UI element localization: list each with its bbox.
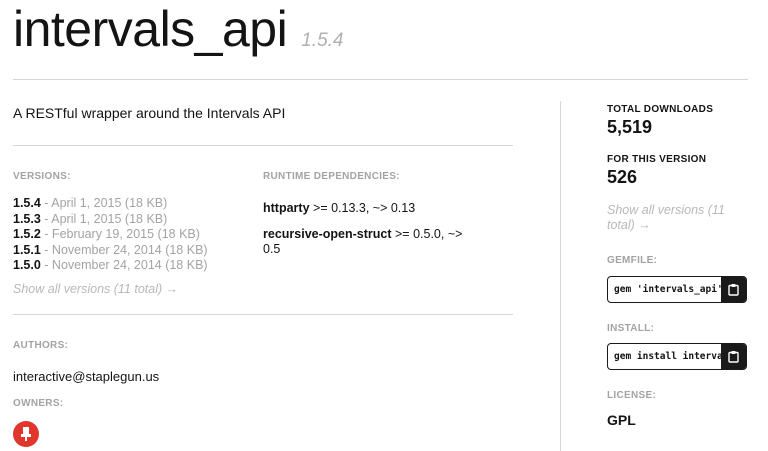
gemfile-section: GEMFILE: (607, 255, 657, 266)
versions-divider (13, 314, 513, 315)
install-copy-button[interactable] (721, 344, 746, 369)
version-link[interactable]: 1.5.2 (13, 227, 41, 241)
gem-version: 1.5.4 (301, 30, 344, 51)
license-label: LICENSE: (607, 390, 657, 401)
install-box: gem install intervals_api (607, 343, 747, 370)
version-item: 1.5.0 - November 24, 2014 (18 KB) (13, 258, 243, 274)
owner-avatar-icon (21, 427, 31, 441)
dependency-item: recursive-open-struct >= 0.5.0, ~> 0.5 (263, 227, 473, 257)
dependencies-section: RUNTIME DEPENDENCIES: httparty >= 0.13.3… (263, 171, 473, 257)
version-item: 1.5.4 - April 1, 2015 (18 KB) (13, 196, 243, 212)
gem-name: intervals_api (13, 1, 288, 57)
version-downloads-value: 526 (607, 167, 638, 187)
install-label: INSTALL: (607, 323, 655, 334)
version-downloads-label: FOR THIS VERSION (607, 154, 707, 165)
owners-section: OWNERS: (13, 398, 63, 409)
sidebar-divider (560, 101, 561, 451)
version-detail: - April 1, 2015 (18 KB) (44, 211, 168, 226)
version-item: 1.5.2 - February 19, 2015 (18 KB) (13, 227, 243, 243)
owner-avatar[interactable] (13, 421, 39, 447)
total-downloads-label: TOTAL DOWNLOADS (607, 104, 714, 115)
authors-label: AUTHORS: (13, 340, 69, 351)
description-divider (13, 145, 513, 146)
versions-list: 1.5.4 - April 1, 2015 (18 KB) 1.5.3 - Ap… (13, 196, 243, 274)
version-item: 1.5.1 - November 24, 2014 (18 KB) (13, 243, 243, 259)
version-item: 1.5.3 - April 1, 2015 (18 KB) (13, 212, 243, 228)
gemfile-copy-button[interactable] (721, 277, 746, 302)
versions-section: VERSIONS: 1.5.4 - April 1, 2015 (18 KB) … (13, 171, 243, 296)
version-detail: - February 19, 2015 (18 KB) (44, 227, 200, 241)
dependency-requirement: >= 0.13.3, ~> 0.13 (313, 201, 416, 215)
gemfile-input[interactable]: gem 'intervals_api', '~> 1.5', '>= 1.5.4… (608, 277, 721, 302)
sidebar-show-all-versions-link[interactable]: Show all versions (11 total) → (607, 203, 732, 233)
version-detail: - November 24, 2014 (18 KB) (44, 258, 208, 272)
clipboard-icon (728, 351, 739, 363)
authors-section: AUTHORS: interactive@staplegun.us (13, 340, 159, 384)
version-link[interactable]: 1.5.0 (13, 258, 41, 272)
license-section: LICENSE: GPL (607, 390, 656, 428)
dependency-item: httparty >= 0.13.3, ~> 0.13 (263, 201, 473, 216)
dependency-link[interactable]: httparty (263, 201, 310, 215)
install-section: INSTALL: (607, 323, 654, 334)
gem-header: intervals_api 1.5.4 (13, 0, 343, 62)
version-detail: - November 24, 2014 (18 KB) (44, 242, 208, 257)
owners-label: OWNERS: (13, 398, 64, 409)
dependency-link[interactable]: recursive-open-struct (263, 227, 392, 241)
gemfile-box: gem 'intervals_api', '~> 1.5', '>= 1.5.4… (607, 276, 747, 303)
version-downloads: FOR THIS VERSION 526 (607, 154, 706, 188)
clipboard-icon (728, 284, 739, 296)
total-downloads-value: 5,519 (607, 117, 653, 137)
gem-description: A RESTful wrapper around the Intervals A… (13, 105, 286, 121)
versions-label: VERSIONS: (13, 171, 71, 182)
header-divider (13, 79, 748, 80)
total-downloads: TOTAL DOWNLOADS 5,519 (607, 104, 713, 138)
version-detail: - April 1, 2015 (18 KB) (44, 196, 168, 210)
author-email: interactive@staplegun.us (13, 369, 160, 384)
show-all-versions-link[interactable]: Show all versions (11 total) → (13, 282, 243, 296)
license-value: GPL (607, 412, 636, 428)
version-link[interactable]: 1.5.3 (13, 212, 41, 226)
version-link[interactable]: 1.5.1 (13, 243, 41, 257)
dependencies-label: RUNTIME DEPENDENCIES: (263, 171, 400, 182)
version-link[interactable]: 1.5.4 (13, 196, 41, 210)
install-input[interactable]: gem install intervals_api (608, 344, 721, 369)
gemfile-label: GEMFILE: (607, 255, 658, 266)
